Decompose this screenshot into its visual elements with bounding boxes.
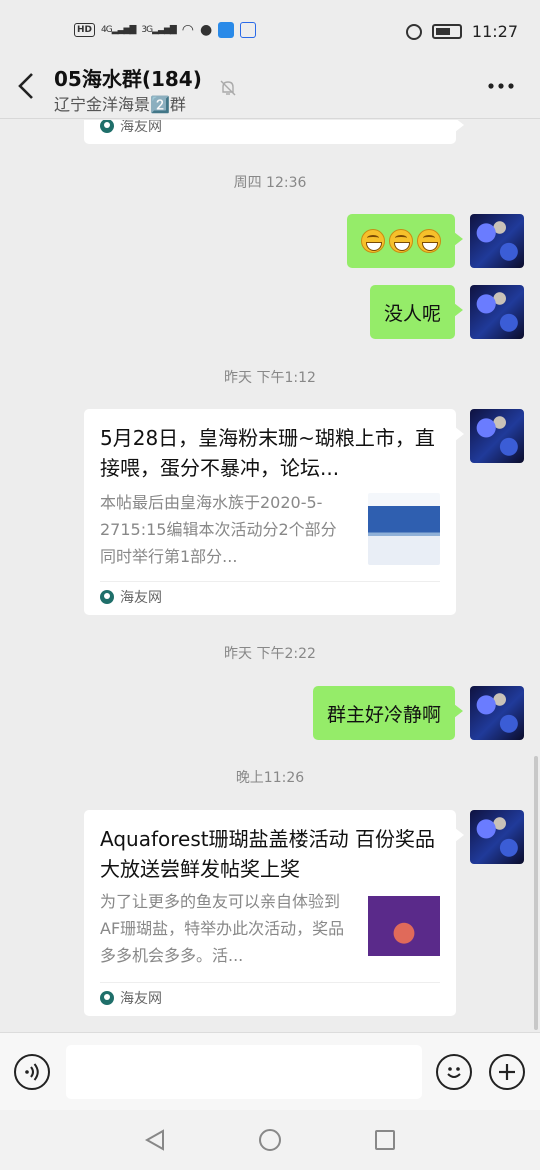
app-icon bbox=[218, 22, 235, 38]
message-bubble[interactable]: 没人呢 bbox=[369, 285, 464, 339]
link-card-partial[interactable]: 海友网 bbox=[84, 120, 464, 144]
message-text: 没人呢 bbox=[383, 302, 441, 325]
status-right: 11:27 bbox=[405, 22, 518, 41]
plus-icon bbox=[499, 1064, 515, 1080]
message-bubble[interactable]: 群主好冷静啊 bbox=[312, 686, 464, 740]
timestamp: 晚上11:26 bbox=[235, 770, 305, 786]
status-bar: HD 4G▂▃▅▇ 3G▂▃▅▇ ◠ ● 11:27 bbox=[0, 0, 540, 62]
nav-recents-icon[interactable] bbox=[373, 1128, 397, 1152]
qq-icon: ● bbox=[200, 22, 213, 38]
emoji-button[interactable] bbox=[436, 1054, 472, 1090]
message-bubble-emoji[interactable] bbox=[347, 214, 463, 268]
link-card[interactable]: 5月28日，皇海粉末珊~瑚粮上市，直接喂，蛋分不暴冲，论坛... 本帖最后由皇海… bbox=[84, 409, 464, 615]
group-subtitle: 辽宁金洋海景2️⃣群 bbox=[54, 95, 186, 114]
message-input[interactable] bbox=[66, 1045, 422, 1099]
signal-4g-icon: 4G▂▃▅▇ bbox=[101, 25, 136, 35]
signal-3g-icon: 3G▂▃▅▇ bbox=[141, 25, 176, 35]
grin-emoji-icon bbox=[361, 229, 385, 253]
more-icon bbox=[488, 83, 514, 89]
timestamp: 周四 12:36 bbox=[233, 175, 307, 191]
card-description: 本帖最后由皇海水族于2020-5-2715:15编辑本次活动分2个部分同时举行第… bbox=[100, 493, 337, 566]
status-left: HD 4G▂▃▅▇ 3G▂▃▅▇ ◠ ● bbox=[74, 22, 257, 38]
more-button[interactable] bbox=[488, 71, 514, 91]
card-divider bbox=[100, 982, 440, 983]
signal-4g-label: 4G bbox=[101, 25, 113, 35]
card-title: Aquaforest珊瑚盐盖楼活动 百份奖品大放送尝鲜发帖奖上奖 bbox=[100, 827, 435, 881]
voice-icon bbox=[25, 1063, 39, 1081]
signal-3g-label: 3G bbox=[141, 25, 153, 35]
timestamp: 昨天 下午1:12 bbox=[224, 370, 316, 386]
card-source-label: 海友网 bbox=[120, 590, 162, 606]
grin-emoji-icon bbox=[389, 229, 413, 253]
wifi-icon: ◠ bbox=[181, 22, 195, 38]
input-bar bbox=[0, 1032, 540, 1110]
bell-off-icon bbox=[219, 79, 237, 97]
avatar[interactable] bbox=[470, 686, 524, 740]
battery-icon bbox=[431, 24, 462, 39]
source-logo-icon bbox=[100, 120, 114, 133]
message-text: 群主好冷静啊 bbox=[326, 703, 441, 726]
back-button[interactable] bbox=[14, 69, 44, 103]
chevron-left-icon bbox=[18, 73, 33, 99]
link-card[interactable]: Aquaforest珊瑚盐盖楼活动 百份奖品大放送尝鲜发帖奖上奖 为了让更多的鱼… bbox=[84, 810, 464, 1016]
grin-emoji-icon bbox=[417, 229, 441, 253]
card-source-label: 海友网 bbox=[120, 991, 162, 1007]
scrollbar[interactable] bbox=[534, 756, 538, 1030]
nav-back-icon[interactable] bbox=[143, 1128, 167, 1152]
card-description: 为了让更多的鱼友可以亲自体验到AF珊瑚盐，特举办此次活动，奖品多多机会多多。活.… bbox=[100, 892, 345, 965]
card-thumbnail bbox=[368, 890, 440, 962]
avatar[interactable] bbox=[470, 810, 524, 864]
source-logo-icon bbox=[100, 590, 114, 604]
card-divider bbox=[100, 581, 440, 582]
chat-header: 05海水群(184) 辽宁金洋海景2️⃣群 bbox=[0, 55, 540, 119]
avatar[interactable] bbox=[470, 214, 524, 268]
group-title: 05海水群(184) bbox=[54, 67, 202, 91]
card-source: 海友网 bbox=[100, 120, 162, 136]
system-nav-bar bbox=[0, 1110, 540, 1170]
baidu-icon bbox=[240, 22, 257, 38]
avatar[interactable] bbox=[470, 409, 524, 463]
chat-area[interactable]: 海友网 周四 12:36 没人呢 昨天 下午1:12 5月28日，皇海粉末珊~瑚… bbox=[0, 120, 540, 1032]
nav-home-icon[interactable] bbox=[258, 1128, 282, 1152]
clock: 11:27 bbox=[471, 22, 518, 41]
emoji-icon bbox=[447, 1067, 461, 1078]
alarm-icon bbox=[405, 23, 422, 40]
card-source-label: 海友网 bbox=[120, 120, 162, 135]
source-logo-icon bbox=[100, 991, 114, 1005]
voice-button[interactable] bbox=[14, 1054, 50, 1090]
avatar[interactable] bbox=[470, 285, 524, 339]
card-title: 5月28日，皇海粉末珊~瑚粮上市，直接喂，蛋分不暴冲，论坛... bbox=[100, 426, 435, 480]
card-thumbnail bbox=[368, 493, 440, 565]
timestamp: 昨天 下午2:22 bbox=[224, 646, 316, 662]
card-source: 海友网 bbox=[100, 587, 162, 607]
card-source: 海友网 bbox=[100, 988, 162, 1008]
hd-badge: HD bbox=[74, 23, 96, 37]
plus-button[interactable] bbox=[489, 1054, 525, 1090]
